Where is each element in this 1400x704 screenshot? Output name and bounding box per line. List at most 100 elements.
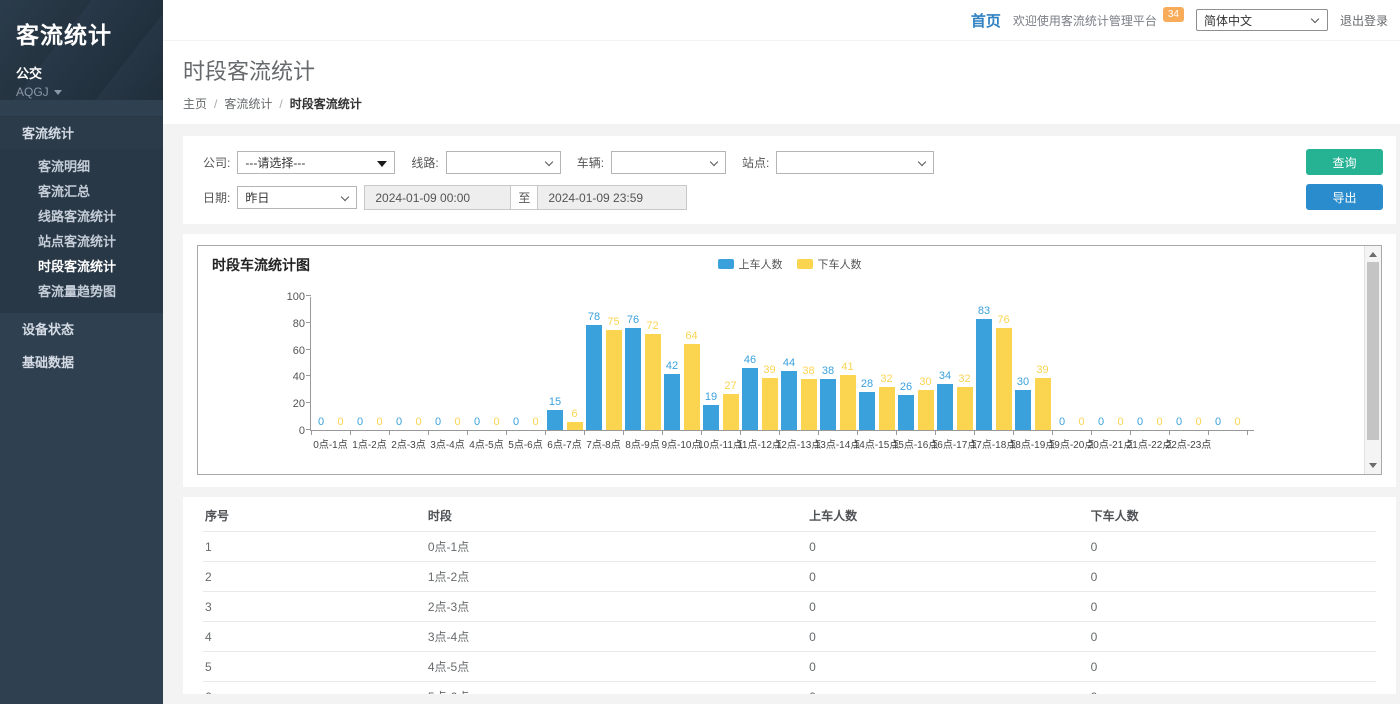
table-cell: 2点-3点 (426, 592, 807, 622)
org-name: 公交 (16, 63, 147, 82)
bar-value-label: 76 (984, 314, 1023, 326)
vehicle-select[interactable] (611, 151, 726, 174)
table-cell: 0 (1089, 562, 1376, 592)
table-row: 43点-4点00 (203, 622, 1376, 652)
sidebar-item-passenger-detail[interactable]: 客流明细 (0, 154, 163, 179)
home-link[interactable]: 首页 (971, 10, 1001, 31)
scroll-up-icon[interactable] (1369, 252, 1377, 257)
sidebar-item-passenger-summary[interactable]: 客流汇总 (0, 179, 163, 204)
scroll-down-icon[interactable] (1369, 463, 1377, 468)
user-name: AQGJ (16, 85, 49, 99)
query-button[interactable]: 查询 (1306, 149, 1383, 175)
x-axis-tick (1247, 431, 1248, 435)
company-select-value: ---请选择--- (245, 154, 305, 171)
chevron-down-icon (1311, 15, 1319, 23)
sidebar-item-base-data[interactable]: 基础数据 (0, 346, 163, 379)
welcome-text: 欢迎使用客流统计管理平台 (1013, 12, 1157, 29)
table-cell: 0 (807, 622, 1089, 652)
x-axis-tick (701, 431, 702, 435)
y-axis-tick-label: 20 (275, 398, 305, 410)
bar-alighting (645, 334, 661, 430)
bar-value-label: 72 (633, 320, 672, 332)
col-header-index: 序号 (203, 499, 426, 532)
line-label: 线路: (411, 154, 438, 171)
table-cell: 0 (807, 682, 1089, 695)
table-row: 21点-2点00 (203, 562, 1376, 592)
x-axis-tick (935, 431, 936, 435)
x-axis-tick (1091, 431, 1092, 435)
logout-link[interactable]: 退出登录 (1340, 12, 1388, 29)
page-title: 时段客流统计 (183, 54, 1380, 86)
main-area: 首页 欢迎使用客流统计管理平台 34 简体中文 退出登录 时段客流统计 主页 /… (163, 0, 1400, 704)
chevron-down-icon (918, 158, 926, 166)
bar-alighting (723, 394, 739, 430)
x-axis-tick (740, 431, 741, 435)
table-cell: 0 (1089, 622, 1376, 652)
language-select[interactable]: 简体中文 (1196, 9, 1328, 31)
export-button[interactable]: 导出 (1306, 184, 1383, 210)
y-axis-tick (306, 322, 311, 323)
station-select[interactable] (776, 151, 934, 174)
breadcrumb-passenger-stats[interactable]: 客流统计 (224, 95, 272, 112)
y-axis-tick-label: 100 (275, 291, 305, 303)
table-cell: 2 (203, 562, 426, 592)
table-cell: 3 (203, 592, 426, 622)
legend-swatch-blue (718, 259, 734, 269)
legend-label: 下车人数 (818, 256, 862, 272)
x-axis-tick (896, 431, 897, 435)
sidebar-item-period-stats[interactable]: 时段客流统计 (0, 254, 163, 279)
breadcrumb: 主页 / 客流统计 / 时段客流统计 (183, 95, 1380, 112)
sidebar-item-device-status[interactable]: 设备状态 (0, 313, 163, 346)
vehicle-label: 车辆: (577, 154, 604, 171)
date-preset-select[interactable]: 昨日 (237, 186, 357, 209)
x-axis-tick (428, 431, 429, 435)
x-axis-tick (1052, 431, 1053, 435)
user-menu[interactable]: AQGJ (16, 85, 147, 99)
app-logo: 客流统计 (16, 16, 147, 50)
date-to-input[interactable] (538, 185, 687, 210)
breadcrumb-home[interactable]: 主页 (183, 95, 207, 112)
bar-alighting (606, 330, 622, 431)
table-body: 10点-1点0021点-2点0032点-3点0043点-4点0054点-5点00… (203, 532, 1376, 695)
sidebar-item-passenger-stats[interactable]: 客流统计 (0, 116, 163, 149)
filter-row-1: 公司: ---请选择--- 线路: 车辆: 站点: (203, 151, 1286, 174)
scrollbar-thumb[interactable] (1367, 262, 1379, 440)
bar-alighting (567, 422, 583, 430)
x-axis-tick (974, 431, 975, 435)
x-axis-tick (506, 431, 507, 435)
table-header-row: 序号 时段 上车人数 下车人数 (203, 499, 1376, 532)
sidebar: 客流统计 公交 AQGJ 客流统计 客流明细 客流汇总 线路客流统计 站点客流统… (0, 0, 163, 704)
language-select-value: 简体中文 (1204, 12, 1252, 29)
x-axis-tick (389, 431, 390, 435)
bar-boarding (976, 319, 992, 430)
table-cell: 0 (1089, 682, 1376, 695)
line-select[interactable] (446, 151, 561, 174)
chart-card: 时段车流统计图 上车人数 下车人数 020406080100000点-1点001… (183, 234, 1396, 487)
content: 公司: ---请选择--- 线路: 车辆: 站点: (163, 124, 1400, 704)
bar-value-label: 41 (828, 361, 867, 373)
table-cell: 4 (203, 622, 426, 652)
table-row: 32点-3点00 (203, 592, 1376, 622)
filter-panel: 公司: ---请选择--- 线路: 车辆: 站点: (183, 136, 1396, 224)
notification-badge[interactable]: 34 (1163, 7, 1184, 22)
bar-boarding (820, 379, 836, 430)
date-range-to-label: 至 (510, 185, 538, 210)
bar-chart-plot: 020406080100000点-1点001点-2点002点-3点003点-4点… (310, 297, 1254, 431)
sidebar-item-trend-chart[interactable]: 客流量趋势图 (0, 279, 163, 304)
chevron-down-icon (710, 158, 718, 166)
bar-boarding (898, 395, 914, 430)
legend-item-alighting[interactable]: 下车人数 (797, 256, 862, 272)
chevron-down-icon (544, 158, 552, 166)
sidebar-header: 客流统计 公交 AQGJ (0, 0, 163, 100)
breadcrumb-current: 时段客流统计 (290, 95, 362, 112)
sidebar-item-line-stats[interactable]: 线路客流统计 (0, 204, 163, 229)
bar-boarding (586, 325, 602, 430)
date-from-input[interactable] (364, 185, 510, 210)
sidebar-item-station-stats[interactable]: 站点客流统计 (0, 229, 163, 254)
company-select[interactable]: ---请选择--- (237, 151, 395, 174)
sidebar-submenu: 客流明细 客流汇总 线路客流统计 站点客流统计 时段客流统计 客流量趋势图 (0, 149, 163, 313)
chart-title: 时段车流统计图 (212, 255, 310, 275)
date-preset-value: 昨日 (245, 189, 269, 206)
chart-scrollbar[interactable] (1364, 246, 1381, 474)
legend-item-boarding[interactable]: 上车人数 (718, 256, 783, 272)
